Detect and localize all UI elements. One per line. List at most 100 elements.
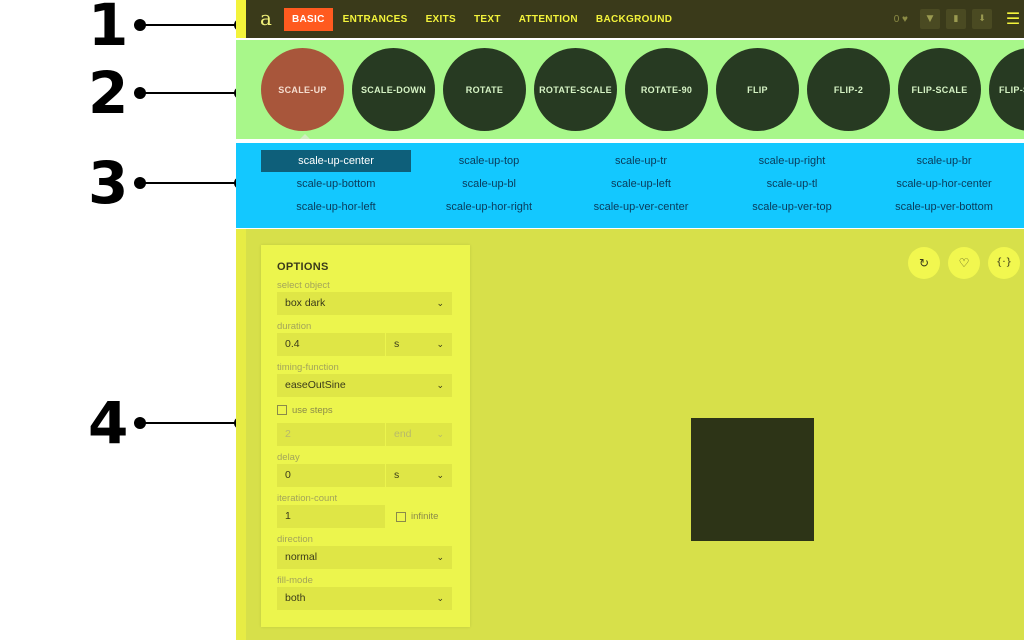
duration-unit-value: s [394, 338, 400, 350]
select-object-row: box dark ⌄ [277, 292, 454, 315]
iteration-count-input[interactable]: 1 [277, 505, 385, 528]
direction-row: normal ⌄ [277, 546, 454, 569]
duration-label: duration [277, 321, 312, 332]
screenshot-root: 1 2 3 4 a BASIC ENTRANCES EXITS TEXT ATT… [0, 0, 1024, 640]
fill-mode-value: both [285, 592, 306, 604]
variant-scale-up-tr[interactable]: scale-up-tr [566, 150, 716, 172]
logo[interactable]: a [260, 6, 272, 30]
variant-scale-up-bl[interactable]: scale-up-bl [414, 173, 564, 195]
chevron-down-icon: ⌄ [436, 429, 444, 439]
group-rotate-scale[interactable]: ROTATE-SCALE [534, 48, 617, 131]
iteration-count-label: iteration-count [277, 493, 338, 504]
tab-basic[interactable]: BASIC [284, 8, 333, 31]
use-steps-row: use steps [277, 403, 454, 417]
delay-unit-dropdown[interactable]: s ⌄ [386, 464, 452, 487]
chevron-down-icon: ⌄ [436, 339, 444, 349]
duration-unit-dropdown[interactable]: s ⌄ [386, 333, 452, 356]
group-rotate[interactable]: ROTATE [443, 48, 526, 131]
heart-icon[interactable]: ♡ [948, 247, 980, 279]
callout-1: 1 [88, 0, 248, 59]
chevron-down-icon: ⌄ [436, 380, 444, 390]
variant-scale-up-right[interactable]: scale-up-right [717, 150, 867, 172]
nav-tools: 0 ♥ ▼ ▮ ⬇ ☰ [894, 9, 1024, 29]
category-tabs: BASIC ENTRANCES EXITS TEXT ATTENTION BAC… [284, 8, 682, 31]
chevron-down-icon: ⌄ [436, 593, 444, 603]
select-object-dropdown[interactable]: box dark ⌄ [277, 292, 452, 315]
callout-line [140, 24, 240, 26]
download-icon[interactable]: ⬇ [972, 9, 992, 29]
delay-input[interactable]: 0 [277, 464, 385, 487]
chevron-down-icon: ⌄ [436, 552, 444, 562]
trash-icon[interactable]: ▮ [946, 9, 966, 29]
group-rotate-90[interactable]: ROTATE-90 [625, 48, 708, 131]
duration-input[interactable]: 0.4 [277, 333, 385, 356]
callout-line [140, 182, 240, 184]
callout-number: 1 [88, 0, 128, 59]
infinite-checkbox[interactable] [396, 511, 406, 522]
group-flip-scale[interactable]: FLIP-SCALE [898, 48, 981, 131]
callout-line [140, 422, 240, 424]
tab-background[interactable]: BACKGROUND [588, 8, 680, 31]
callout-line [140, 92, 240, 94]
variant-scale-up-center[interactable]: scale-up-center [261, 150, 411, 172]
variant-scale-up-hor-center[interactable]: scale-up-hor-center [869, 173, 1019, 195]
variant-scale-up-ver-top[interactable]: scale-up-ver-top [717, 196, 867, 218]
group-flip-s[interactable]: FLIP-S [989, 48, 1024, 131]
direction-value: normal [285, 551, 318, 563]
variant-scale-up-ver-bottom[interactable]: scale-up-ver-bottom [869, 196, 1019, 218]
use-steps-checkbox[interactable] [277, 405, 287, 415]
replay-icon[interactable]: ↻ [908, 247, 940, 279]
callout-number: 3 [88, 149, 128, 217]
tab-text[interactable]: TEXT [466, 8, 509, 31]
variant-scale-up-br[interactable]: scale-up-br [869, 150, 1019, 172]
fill-mode-row: both ⌄ [277, 587, 454, 610]
variant-scale-up-top[interactable]: scale-up-top [414, 150, 564, 172]
favorites-counter[interactable]: 0 ♥ [894, 14, 908, 25]
tab-attention[interactable]: ATTENTION [511, 8, 586, 31]
variant-scale-up-hor-left[interactable]: scale-up-hor-left [261, 196, 411, 218]
preview-stage: OPTIONS select object box dark ⌄ duration… [236, 229, 1024, 640]
menu-icon[interactable]: ☰ [1002, 9, 1024, 29]
tab-entrances[interactable]: ENTRANCES [335, 8, 416, 31]
group-flip[interactable]: FLIP [716, 48, 799, 131]
variant-scale-up-ver-center[interactable]: scale-up-ver-center [566, 196, 716, 218]
fill-mode-label: fill-mode [277, 575, 313, 586]
code-icon[interactable]: {·} [988, 247, 1020, 279]
use-steps-label: use steps [292, 404, 333, 416]
direction-dropdown[interactable]: normal ⌄ [277, 546, 452, 569]
select-object-value: box dark [285, 297, 326, 309]
steps-position-dropdown[interactable]: end ⌄ [386, 423, 452, 446]
callout-4: 4 [88, 394, 248, 452]
iteration-count-row: 1 infinite [277, 505, 454, 528]
top-nav: a BASIC ENTRANCES EXITS TEXT ATTENTION B… [236, 0, 1024, 38]
filter-icon[interactable]: ▼ [920, 9, 940, 29]
infinite-label: infinite [411, 511, 439, 522]
callout-number: 2 [88, 59, 128, 127]
timing-function-dropdown[interactable]: easeOutSine ⌄ [277, 374, 452, 397]
duration-row: 0.4 s ⌄ [277, 333, 454, 356]
steps-row: 2 end ⌄ [277, 423, 454, 446]
variant-scale-up-left[interactable]: scale-up-left [566, 173, 716, 195]
group-flip-2[interactable]: FLIP-2 [807, 48, 890, 131]
steps-position-value: end [394, 428, 412, 440]
group-scale-down[interactable]: SCALE-DOWN [352, 48, 435, 131]
callout-2: 2 [88, 59, 248, 127]
variant-scale-up-tl[interactable]: scale-up-tl [717, 173, 867, 195]
animista-app: a BASIC ENTRANCES EXITS TEXT ATTENTION B… [236, 0, 1024, 640]
timing-function-value: easeOutSine [285, 379, 346, 391]
select-object-label: select object [277, 280, 330, 291]
variant-scale-up-hor-right[interactable]: scale-up-hor-right [414, 196, 564, 218]
animation-groups: SCALE-UP SCALE-DOWN ROTATE ROTATE-SCALE … [236, 40, 1024, 139]
fill-mode-dropdown[interactable]: both ⌄ [277, 587, 452, 610]
delay-label: delay [277, 452, 300, 463]
tab-exits[interactable]: EXITS [418, 8, 464, 31]
variant-scale-up-bottom[interactable]: scale-up-bottom [261, 173, 411, 195]
steps-input[interactable]: 2 [277, 423, 385, 446]
direction-label: direction [277, 534, 313, 545]
callout-3: 3 [88, 149, 248, 217]
delay-row: 0 s ⌄ [277, 464, 454, 487]
active-group-pointer [300, 134, 310, 139]
delay-unit-value: s [394, 469, 400, 481]
options-panel: OPTIONS select object box dark ⌄ duration… [261, 245, 470, 627]
group-scale-up[interactable]: SCALE-UP [261, 48, 344, 131]
